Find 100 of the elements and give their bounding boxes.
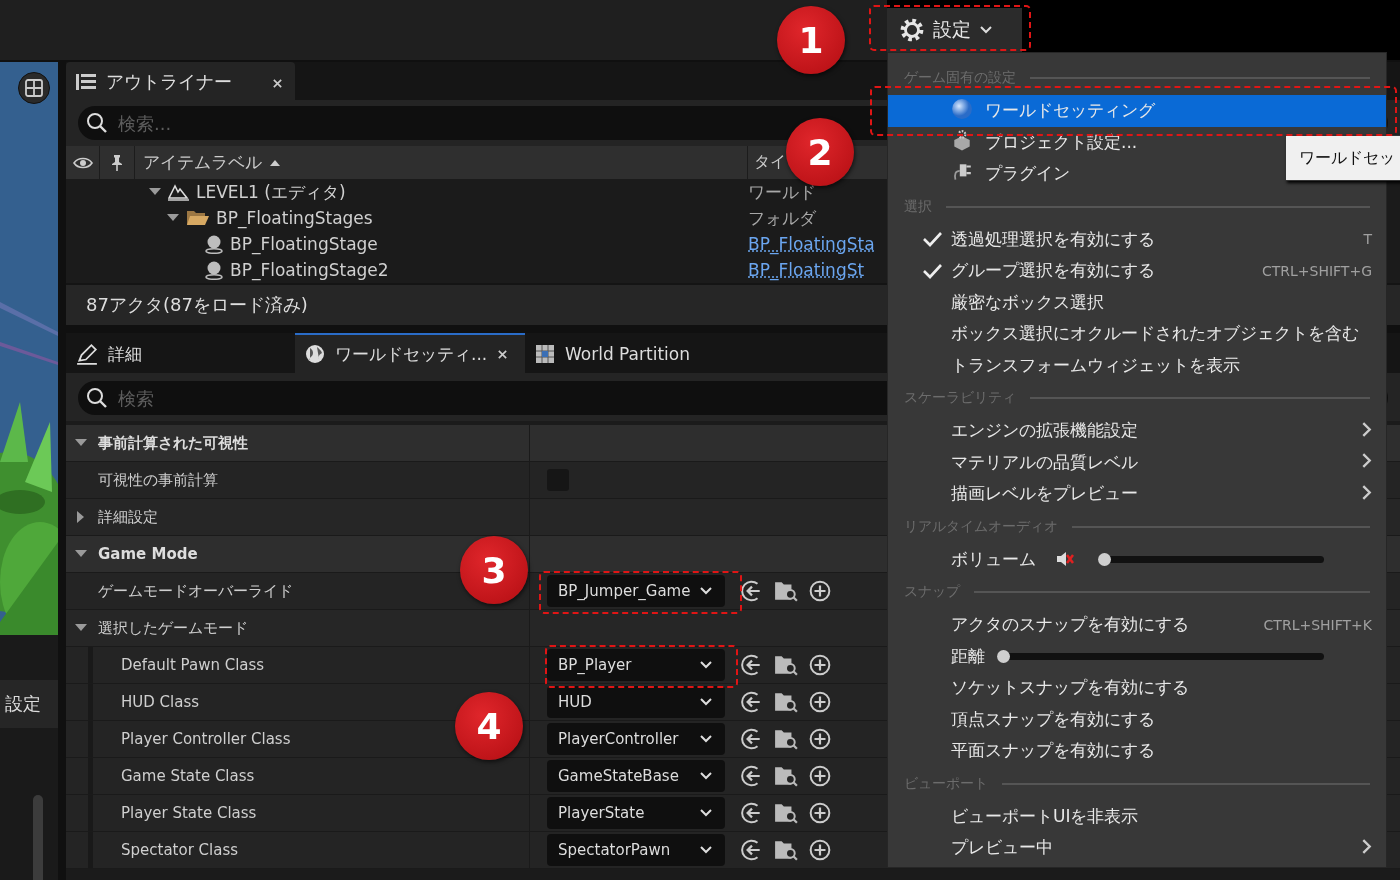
shortcut: T: [1363, 231, 1372, 248]
slider-thumb[interactable]: [1098, 552, 1111, 566]
close-icon: [272, 77, 283, 89]
tree-item[interactable]: BP_FloatingStage: [230, 234, 378, 254]
add-icon: [809, 728, 831, 750]
property-label: Player Controller Class: [121, 730, 291, 748]
add-button[interactable]: [807, 652, 833, 678]
menu-item[interactable]: ソケットスナップを有効にする: [888, 672, 1386, 704]
settings-button[interactable]: 設定: [887, 8, 1022, 52]
sphere-icon: [204, 234, 224, 254]
shortcut: CTRL+SHIFT+G: [1261, 262, 1372, 279]
actor-count: 87アクタ(87をロード済み): [86, 293, 308, 317]
panel-tab[interactable]: 設定: [0, 680, 58, 728]
menu-item[interactable]: エンジンの拡張機能設定: [888, 415, 1386, 447]
chevron-right-icon: [1361, 838, 1372, 854]
slider[interactable]: [997, 649, 1324, 663]
menu-item[interactable]: トランスフォームウィジェットを表示: [888, 349, 1386, 381]
property-label: HUD Class: [121, 693, 200, 711]
folder-search-icon: [774, 802, 798, 824]
menu-item[interactable]: 平面スナップを有効にする: [888, 735, 1386, 767]
menu-item[interactable]: 描画レベルをプレビュー: [888, 478, 1386, 510]
category-header[interactable]: 事前計算された可視性: [98, 433, 248, 453]
shortcut: CTRL+SHIFT+K: [1263, 616, 1372, 633]
grid-icon: [24, 78, 44, 98]
panel-tab[interactable]: ワールドセッティ...: [295, 333, 525, 373]
menu-item[interactable]: 距離: [888, 640, 1386, 672]
category-header[interactable]: 詳細設定: [98, 507, 158, 527]
chevron-right-icon: [1361, 453, 1372, 469]
grid-icon: [535, 344, 555, 364]
chevron-down-icon: [699, 770, 713, 782]
menu-item[interactable]: マテリアルの品質レベル: [888, 446, 1386, 478]
globe-icon: [305, 344, 325, 364]
chevron-down-icon: [699, 696, 713, 708]
category-header[interactable]: 選択したゲームモード: [98, 618, 248, 638]
search-icon: [86, 387, 108, 409]
sort-ascending-icon: [270, 158, 280, 167]
back-arrow-icon: [741, 580, 763, 602]
gear-icon: [899, 17, 925, 43]
property-label: Game State Class: [121, 767, 255, 785]
add-button[interactable]: [807, 578, 833, 604]
menu-item[interactable]: プレビュー中: [888, 832, 1386, 864]
menu-item[interactable]: グループ選択を有効にする CTRL+SHIFT+G: [888, 255, 1386, 287]
chevron-down-icon: [979, 24, 993, 36]
class-dropdown[interactable]: BP_Jumper_Game: [547, 575, 725, 607]
folder-icon: [186, 209, 210, 227]
scrollbar[interactable]: [33, 795, 43, 880]
property-label: Player State Class: [121, 804, 257, 822]
muted-speaker-icon: [1056, 550, 1074, 569]
menu-item[interactable]: アクタのスナップを有効にする CTRL+SHIFT+K: [888, 609, 1386, 641]
class-dropdown[interactable]: HUD: [547, 686, 725, 718]
chevron-down-icon: [699, 733, 713, 745]
outliner-tab[interactable]: アウトライナー: [66, 62, 295, 100]
add-icon: [809, 691, 831, 713]
tree-item[interactable]: BP_FloatingStage2: [230, 260, 389, 280]
add-icon: [809, 654, 831, 676]
sphere-icon: [951, 97, 973, 120]
close-icon: [497, 349, 509, 360]
add-icon: [809, 839, 831, 861]
class-dropdown[interactable]: PlayerController: [547, 723, 725, 755]
add-icon: [809, 580, 831, 602]
menu-item[interactable]: 頂点スナップを有効にする: [888, 703, 1386, 735]
menu-item[interactable]: ボックス選択にオクルードされたオブジェクトを含む: [888, 318, 1386, 350]
chevron-down-icon: [699, 659, 713, 671]
box-gear-icon: [951, 129, 973, 152]
menu-item[interactable]: ビューポートUIを非表示: [888, 800, 1386, 832]
menu-item[interactable]: 厳密なボックス選択: [888, 286, 1386, 318]
class-dropdown[interactable]: PlayerState: [547, 797, 725, 829]
chevron-down-icon: [699, 844, 713, 856]
add-button[interactable]: [807, 800, 833, 826]
chevron-down-icon: [699, 807, 713, 819]
back-arrow-icon: [741, 654, 763, 676]
tree-item[interactable]: BP_FloatingStages: [216, 208, 373, 228]
tooltip: ワールドセッ: [1285, 135, 1400, 181]
class-dropdown[interactable]: SpectatorPawn: [547, 834, 725, 866]
folder-search-icon: [774, 691, 798, 713]
class-dropdown[interactable]: BP_Player: [547, 649, 725, 681]
add-button[interactable]: [807, 689, 833, 715]
back-arrow-icon: [741, 728, 763, 750]
property-label: Default Pawn Class: [121, 656, 265, 674]
search-icon: [86, 112, 108, 134]
folder-search-icon: [774, 728, 798, 750]
menu-item[interactable]: ワールドセッティング: [888, 95, 1386, 127]
folder-search-icon: [774, 654, 798, 676]
folder-search-icon: [774, 765, 798, 787]
add-button[interactable]: [807, 837, 833, 863]
menu-item[interactable]: ボリューム: [888, 543, 1386, 575]
category-header[interactable]: Game Mode: [98, 545, 198, 563]
tree-item[interactable]: LEVEL1 (エディタ): [196, 180, 346, 204]
add-icon: [809, 765, 831, 787]
add-button[interactable]: [807, 726, 833, 752]
slider-thumb[interactable]: [997, 649, 1010, 663]
slider[interactable]: [1098, 552, 1324, 566]
back-arrow-icon: [741, 765, 763, 787]
add-button[interactable]: [807, 763, 833, 789]
pin-icon: [109, 153, 125, 172]
class-dropdown[interactable]: GameStateBase: [547, 760, 725, 792]
list-icon: [76, 73, 96, 91]
chevron-right-icon: [1361, 484, 1372, 500]
property-label: 可視性の事前計算: [98, 470, 218, 490]
menu-item[interactable]: 透過処理選択を有効にする T: [888, 223, 1386, 255]
